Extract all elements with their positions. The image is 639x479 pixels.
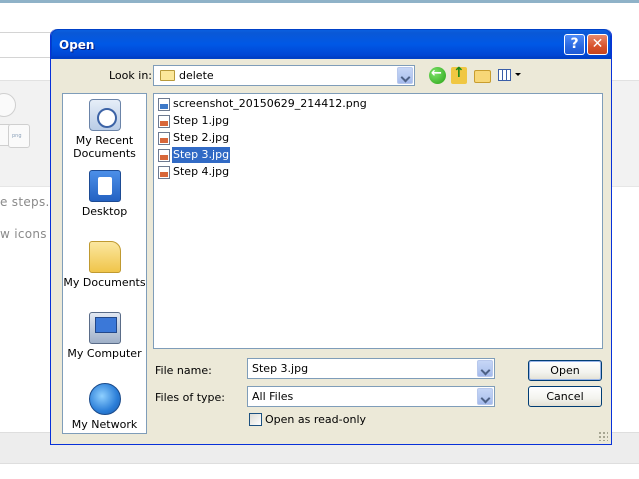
file-name: Step 3.jpg bbox=[172, 147, 231, 163]
my-documents-icon bbox=[88, 241, 121, 273]
folder-icon bbox=[160, 70, 175, 81]
desktop-icon bbox=[88, 170, 121, 202]
file-name: screenshot_20150629_214412.png bbox=[173, 97, 367, 110]
place-label: My Computer bbox=[67, 347, 142, 360]
background-text-line-1: e steps. bbox=[0, 195, 50, 209]
background-png-label: png bbox=[12, 133, 22, 139]
place-label: My Recent Documents bbox=[73, 134, 136, 160]
look-in-value: delete bbox=[179, 69, 214, 82]
place-my-documents[interactable]: My Documents bbox=[63, 241, 146, 289]
read-only-checkbox[interactable] bbox=[249, 413, 262, 426]
place-desktop[interactable]: Desktop bbox=[63, 170, 146, 218]
files-of-type-label: Files of type: bbox=[155, 391, 226, 404]
page-top-bar bbox=[0, 0, 639, 3]
image-file-icon bbox=[158, 98, 170, 111]
caret-down-icon bbox=[515, 73, 521, 76]
place-label: Desktop bbox=[81, 205, 128, 218]
chevron-down-icon[interactable] bbox=[477, 360, 493, 377]
close-button[interactable]: ✕ bbox=[587, 34, 608, 55]
image-file-icon bbox=[158, 132, 170, 145]
views-grid-icon bbox=[498, 69, 511, 81]
open-dialog: Open ? ✕ Look in: delete My Recent Docum… bbox=[50, 29, 612, 445]
files-of-type-dropdown[interactable]: All Files bbox=[247, 386, 495, 407]
place-my-recent-documents[interactable]: My Recent Documents bbox=[63, 99, 146, 160]
place-my-computer[interactable]: My Computer bbox=[63, 312, 146, 360]
place-my-network-places[interactable]: My Network Places bbox=[63, 383, 146, 433]
chevron-down-icon[interactable] bbox=[477, 388, 493, 405]
my-computer-icon bbox=[88, 312, 121, 344]
views-menu-icon[interactable] bbox=[497, 67, 521, 83]
files-of-type-value: All Files bbox=[252, 390, 294, 403]
dialog-title: Open bbox=[59, 38, 95, 52]
chevron-down-icon[interactable] bbox=[397, 67, 413, 84]
place-label: My Documents bbox=[63, 276, 146, 289]
open-button[interactable]: Open bbox=[528, 360, 602, 381]
read-only-label[interactable]: Open as read-only bbox=[265, 413, 366, 426]
image-file-icon bbox=[158, 166, 170, 179]
file-name-value[interactable]: Step 3.jpg bbox=[252, 362, 308, 375]
place-label: My Network Places bbox=[71, 418, 138, 433]
new-folder-icon[interactable] bbox=[474, 70, 491, 83]
places-bar: My Recent Documents Desktop My Documents… bbox=[62, 93, 147, 434]
background-text-line-2: w icons bbox=[0, 227, 47, 241]
file-name-label: File name: bbox=[155, 364, 212, 377]
help-button[interactable]: ? bbox=[564, 34, 585, 55]
recent-documents-icon bbox=[88, 99, 121, 131]
cancel-button[interactable]: Cancel bbox=[528, 386, 602, 407]
look-in-label: Look in: bbox=[109, 69, 152, 82]
back-arrow-icon[interactable] bbox=[429, 66, 446, 84]
image-file-icon bbox=[158, 149, 170, 162]
file-name: Step 2.jpg bbox=[173, 131, 230, 144]
dialog-title-bar[interactable]: Open ? ✕ bbox=[51, 29, 611, 59]
file-name-field[interactable]: Step 3.jpg bbox=[247, 358, 495, 379]
look-in-dropdown[interactable]: delete bbox=[153, 65, 415, 86]
file-name: Step 1.jpg bbox=[173, 114, 230, 127]
resize-grip-icon[interactable] bbox=[598, 431, 608, 441]
up-folder-icon[interactable] bbox=[451, 65, 467, 84]
file-list[interactable]: screenshot_20150629_214412.png Step 1.jp… bbox=[153, 93, 603, 349]
file-name: Step 4.jpg bbox=[173, 165, 230, 178]
image-file-icon bbox=[158, 115, 170, 128]
network-places-icon bbox=[88, 383, 121, 415]
